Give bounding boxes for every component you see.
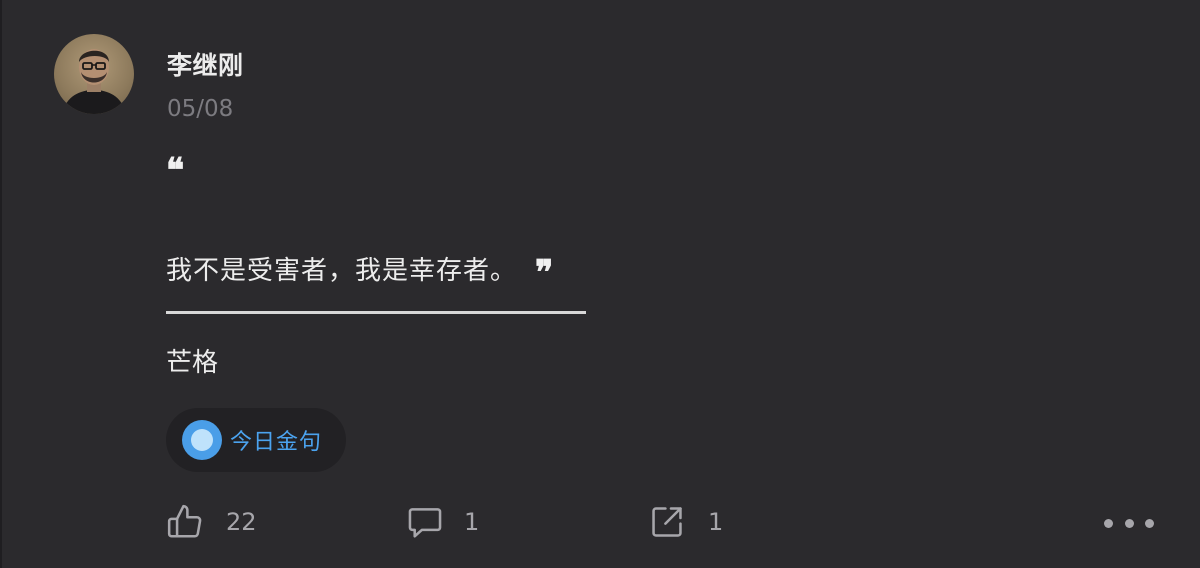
like-button[interactable]: 22 (166, 500, 257, 544)
share-count: 1 (708, 508, 724, 536)
more-horizontal-icon (1104, 518, 1113, 528)
topic-tag[interactable]: 今日金句 (166, 408, 346, 472)
post-card: 李继刚 05/08 ❝ 我不是受害者，我是幸存者。 ❞ 芒格 今日金句 22 1 (0, 0, 1200, 568)
comment-icon (406, 503, 444, 541)
avatar[interactable] (54, 34, 134, 114)
comment-button[interactable]: 1 (406, 500, 479, 544)
quote-divider (166, 311, 586, 314)
topic-tag-label: 今日金句 (230, 430, 323, 455)
quote-block: 我不是受害者，我是幸存者。 ❞ (166, 250, 554, 293)
thumbs-up-icon (166, 503, 204, 541)
avatar-image (62, 49, 126, 114)
open-quote-icon: ❝ (166, 151, 185, 191)
comment-count: 1 (464, 508, 480, 536)
quote-text: 我不是受害者，我是幸存者。 (166, 256, 518, 286)
author-name[interactable]: 李继刚 (167, 46, 244, 82)
topic-dot-icon (182, 420, 222, 460)
post-date: 05/08 (167, 96, 234, 122)
share-button[interactable]: 1 (648, 500, 723, 544)
share-icon (648, 503, 686, 541)
quote-source: 芒格 (166, 348, 219, 378)
more-options-button[interactable] (1104, 510, 1154, 536)
close-quote-icon: ❞ (535, 252, 554, 293)
like-count: 22 (226, 508, 257, 536)
